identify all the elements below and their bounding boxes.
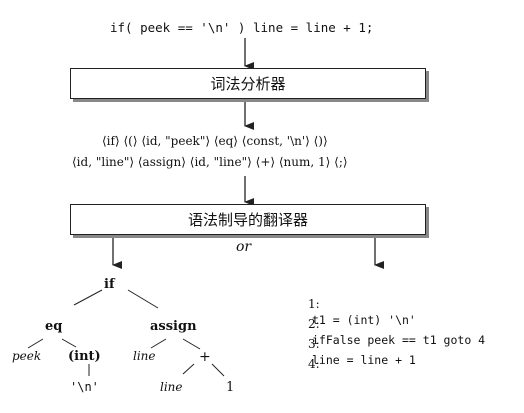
tree-node-line-left: line (133, 349, 156, 363)
lexer-box: 词法分析器 (70, 68, 426, 99)
source-statement: if( peek == '\n' ) line = line + 1; (110, 20, 374, 35)
tree-node-plus: + (199, 349, 211, 365)
tree-node-if: if (104, 277, 115, 292)
code-line: 1: t1 = (int) '\n' (284, 280, 485, 326)
tree-node-peek: peek (12, 349, 42, 363)
token-stream-line-2: ⟨id, "line"⟩ ⟨assign⟩ ⟨id, "line"⟩ ⟨+⟩ ⟨… (72, 155, 348, 169)
translator-box: 语法制导的翻译器 (70, 204, 426, 235)
code-line: 2: ifFalse peek == t1 goto 4 (284, 300, 485, 346)
code-line-number: 4: (308, 357, 320, 371)
tree-node-one: 1 (226, 380, 235, 395)
lexer-label: 词法分析器 (210, 75, 286, 93)
compiler-frontend-diagram: if( peek == '\n' ) line = line + 1; 词法分析… (0, 0, 524, 413)
tree-node-eq: eq (45, 319, 63, 334)
code-line: 4: (284, 340, 485, 370)
translator-label: 语法制导的翻译器 (187, 211, 308, 229)
token-stream-line-1: ⟨if⟩ ⟨(⟩ ⟨id, "peek"⟩ ⟨eq⟩ ⟨const, '\n'⟩… (102, 134, 328, 148)
or-label: or (236, 239, 252, 255)
tree-node-int: (int) (68, 349, 101, 364)
tree-node-newline-char: '\n' (70, 380, 99, 394)
code-line: 3: line = line + 1 (284, 320, 485, 366)
three-address-code: 1: t1 = (int) '\n' 2: ifFalse peek == t1… (284, 280, 485, 370)
tree-node-line-right: line (160, 380, 183, 394)
tree-node-assign: assign (150, 319, 197, 334)
